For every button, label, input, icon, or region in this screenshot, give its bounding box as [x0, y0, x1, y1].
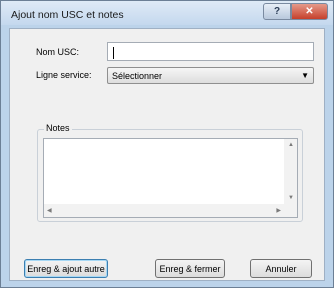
title-bar[interactable]: Ajout nom USC et notes ? ✕ — [1, 1, 333, 25]
help-button[interactable]: ? — [263, 3, 291, 20]
scroll-up-icon[interactable]: ▲ — [288, 142, 294, 148]
help-icon: ? — [273, 6, 281, 17]
scroll-down-icon[interactable]: ▼ — [288, 195, 294, 201]
ligne-service-select[interactable]: Sélectionner ▼ — [107, 67, 314, 84]
save-and-close-button[interactable]: Enreg & fermer — [155, 259, 225, 278]
chevron-down-icon: ▼ — [301, 71, 309, 80]
notes-vertical-scrollbar[interactable]: ▲ ▼ — [284, 139, 297, 204]
dialog-window: Ajout nom USC et notes ? ✕ Nom USC: Lign… — [0, 0, 334, 288]
nom-usc-label: Nom USC: — [36, 47, 80, 57]
ligne-service-label: Ligne service: — [36, 70, 92, 80]
scroll-right-icon[interactable]: ▶ — [276, 207, 281, 214]
close-button[interactable]: ✕ — [291, 3, 328, 20]
notes-legend: Notes — [44, 123, 72, 133]
dialog-body: Nom USC: Ligne service: Sélectionner ▼ N… — [9, 28, 325, 281]
notes-horizontal-scrollbar[interactable]: ◀ ▶ — [44, 204, 284, 217]
window-title: Ajout nom USC et notes — [11, 9, 124, 21]
save-and-add-button[interactable]: Enreg & ajout autre — [24, 259, 108, 278]
ligne-service-selected: Sélectionner — [112, 71, 163, 81]
nom-usc-input[interactable] — [107, 42, 314, 61]
notes-group: Notes ▲ ▼ ◀ ▶ — [37, 123, 303, 222]
scrollbar-corner — [284, 204, 297, 217]
text-caret — [113, 47, 114, 59]
scroll-left-icon[interactable]: ◀ — [47, 207, 52, 214]
cancel-button[interactable]: Annuler — [250, 259, 312, 278]
close-icon: ✕ — [305, 6, 314, 17]
notes-textarea[interactable]: ▲ ▼ ◀ ▶ — [43, 138, 298, 218]
